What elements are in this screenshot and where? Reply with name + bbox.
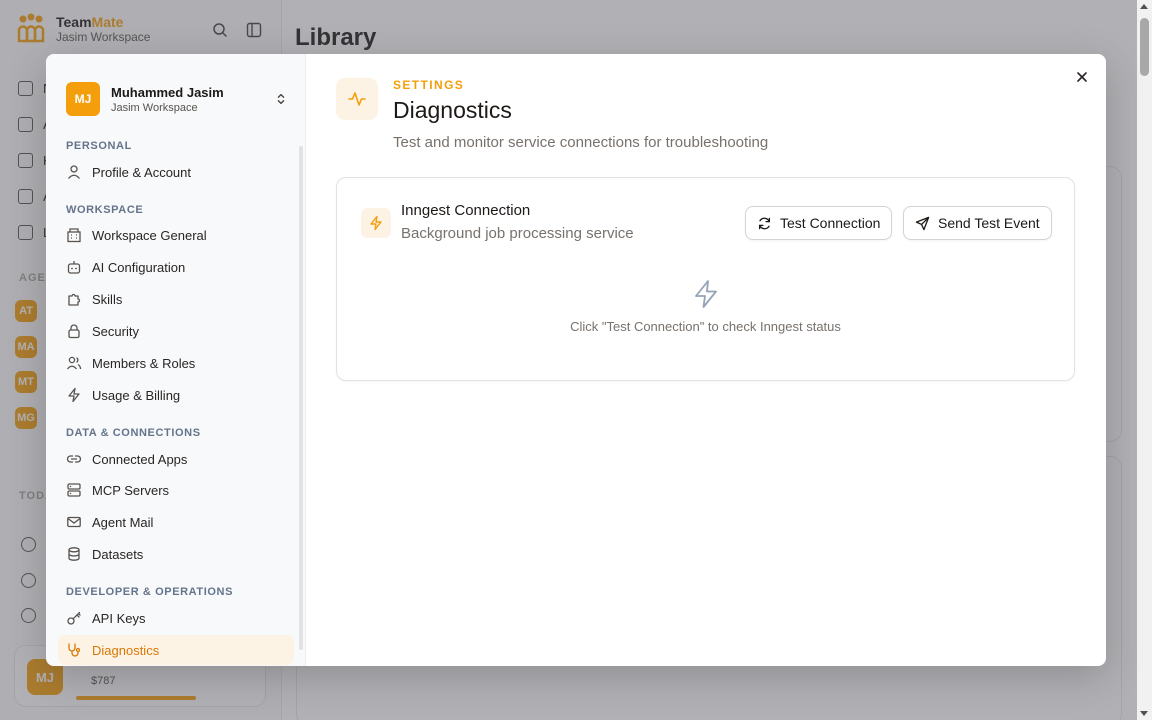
nav-label: Members & Roles: [92, 355, 196, 371]
bot-icon: [67, 261, 81, 274]
service-name: Inngest Connection: [401, 202, 531, 219]
settings-sidebar: MJ Muhammed Jasim Jasim Workspace PERSON…: [46, 54, 306, 666]
nav-label: Skills: [92, 291, 123, 307]
account-workspace: Jasim Workspace: [111, 101, 198, 114]
chevrons-up-down-icon: [277, 93, 285, 105]
button-label: Send Test Event: [938, 215, 1040, 231]
nav-label: Usage & Billing: [92, 387, 181, 403]
section-personal: PERSONAL: [66, 140, 132, 152]
account-name: Muhammed Jasim: [111, 84, 224, 100]
inngest-connection-card: Inngest Connection Background job proces…: [336, 177, 1075, 381]
puzzle-icon: [68, 293, 81, 306]
account-switcher[interactable]: MJ Muhammed Jasim Jasim Workspace: [66, 81, 288, 117]
settings-kicker: SETTINGS: [393, 78, 465, 92]
page-subtitle: Test and monitor service connections for…: [393, 134, 769, 151]
refresh-icon: [758, 217, 771, 229]
page-title: Diagnostics: [393, 97, 512, 123]
key-icon: [67, 611, 81, 625]
stethoscope-icon: [68, 643, 81, 657]
nav-usage-billing[interactable]: Usage & Billing: [58, 380, 294, 410]
nav-label: Diagnostics: [92, 642, 160, 658]
user-icon: [68, 165, 80, 179]
nav-label: Workspace General: [92, 227, 207, 243]
empty-state-message: Click "Test Connection" to check Inngest…: [570, 319, 841, 334]
mail-icon: [67, 516, 81, 528]
building-icon: [67, 228, 81, 243]
nav-label: AI Configuration: [92, 259, 186, 275]
section-developer-operations: DEVELOPER & OPERATIONS: [66, 586, 234, 598]
zap-empty-state-icon: [695, 280, 717, 308]
nav-profile[interactable]: Profile & Account: [58, 157, 294, 187]
nav-security[interactable]: Security: [58, 316, 294, 346]
scrollbar-thumb[interactable]: [1140, 18, 1149, 76]
nav-label: Agent Mail: [92, 514, 154, 530]
nav-api-keys[interactable]: API Keys: [58, 603, 294, 633]
nav-members-roles[interactable]: Members & Roles: [58, 348, 294, 378]
nav-ai-configuration[interactable]: AI Configuration: [58, 252, 294, 282]
nav-mcp-servers[interactable]: MCP Servers: [58, 475, 294, 505]
nav-connected-apps[interactable]: Connected Apps: [58, 444, 294, 474]
users-icon: [66, 356, 82, 370]
section-workspace: WORKSPACE: [66, 204, 144, 216]
database-icon: [68, 547, 80, 561]
nav-label: API Keys: [92, 610, 146, 626]
lock-icon: [68, 324, 80, 339]
link-icon: [66, 455, 82, 463]
settings-sidebar-scrollbar[interactable]: [299, 146, 303, 650]
service-description: Background job processing service: [401, 225, 634, 242]
nav-label: MCP Servers: [92, 482, 170, 498]
nav-label: Profile & Account: [92, 164, 191, 180]
nav-diagnostics[interactable]: Diagnostics: [58, 635, 294, 665]
activity-icon: [348, 92, 366, 106]
avatar: MJ: [66, 82, 100, 116]
button-label: Test Connection: [780, 215, 881, 231]
scroll-up-arrow-icon[interactable]: [1140, 4, 1148, 9]
nav-agent-mail[interactable]: Agent Mail: [58, 507, 294, 537]
zap-icon: [370, 215, 382, 231]
settings-content: SETTINGS Diagnostics Test and monitor se…: [306, 54, 1106, 666]
test-connection-button[interactable]: Test Connection: [745, 206, 893, 240]
page-scrollbar[interactable]: [1137, 0, 1152, 720]
service-icon: [361, 208, 391, 238]
nav-datasets[interactable]: Datasets: [58, 539, 294, 569]
send-test-event-button[interactable]: Send Test Event: [903, 206, 1052, 240]
nav-label: Security: [92, 323, 139, 339]
settings-modal: MJ Muhammed Jasim Jasim Workspace PERSON…: [46, 54, 1106, 666]
nav-label: Connected Apps: [92, 451, 188, 467]
nav-label: Datasets: [92, 546, 144, 562]
zap-icon: [68, 387, 80, 403]
scroll-down-arrow-icon[interactable]: [1140, 711, 1148, 716]
nav-workspace-general[interactable]: Workspace General: [58, 220, 294, 250]
server-icon: [67, 483, 81, 497]
diagnostics-header-icon: [336, 78, 378, 120]
section-data-connections: DATA & CONNECTIONS: [66, 427, 201, 439]
close-icon[interactable]: [1074, 69, 1090, 85]
nav-skills[interactable]: Skills: [58, 284, 294, 314]
send-icon: [915, 216, 930, 230]
